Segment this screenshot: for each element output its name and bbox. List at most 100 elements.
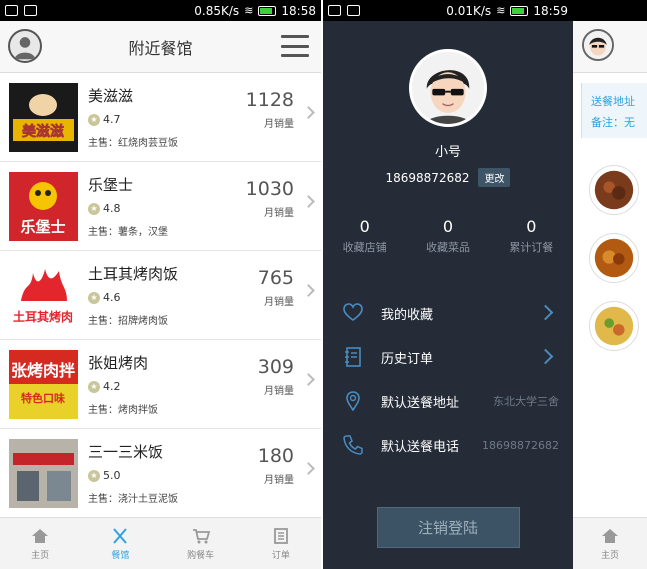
- stat-fav-shops[interactable]: 0 收藏店铺: [323, 217, 406, 255]
- restaurant-list-screen: 0.85K/s ≋ 18:58 附近餐馆 美滋滋 美滋滋 ★ 4.7 主售：红烧肉…: [0, 0, 321, 569]
- home-icon: [32, 528, 49, 543]
- restaurant-row[interactable]: 张烤肉拌 特色口味 张姐烤肉 ★ 4.2 主售：烤肉拌饭 309 月销量: [0, 340, 321, 429]
- tab-cart[interactable]: 购餐车: [161, 518, 241, 569]
- profile-drawer: 0.01K/s ≋ 18:59 小号 18698872682 更改 0 收藏店铺 …: [323, 0, 573, 569]
- star-icon: ★: [88, 469, 100, 482]
- cart-screen-partial: 送餐地址 备注：无 主页: [573, 0, 647, 569]
- main-dish: 主售：薯条，汉堡: [88, 227, 168, 238]
- restaurant-row[interactable]: 美滋滋 美滋滋 ★ 4.7 主售：红烧肉芸豆饭 1128 月销量: [0, 73, 321, 162]
- mail-icon: [347, 5, 360, 16]
- stat-total-orders[interactable]: 0 累计订餐: [490, 217, 573, 255]
- phone-number: 18698872682: [385, 170, 470, 185]
- nickname: 小号: [434, 145, 461, 160]
- star-icon: ★: [88, 291, 100, 304]
- star-icon: ★: [88, 113, 100, 126]
- sales-count: 1128: [245, 89, 294, 111]
- dish-image: [589, 301, 639, 351]
- notebook-icon: [343, 347, 363, 367]
- restaurant-logo: 美滋滋: [9, 83, 78, 152]
- battery-icon: [258, 5, 277, 16]
- sales-count: 309: [257, 356, 294, 378]
- profile-menu: 我的收藏 历史订单 默认送餐地址 东北大学三舍 默认送餐电话 186988726…: [323, 291, 573, 467]
- page-title: 附近餐馆: [128, 38, 193, 58]
- main-dish: 主售：浇汁土豆泥饭: [88, 494, 178, 505]
- mail-icon: [24, 5, 37, 16]
- menu-item-default-address[interactable]: 默认送餐地址 东北大学三舍: [323, 379, 573, 423]
- rating-value: 4.6: [103, 291, 121, 304]
- main-dish: 主售：红烧肉芸豆饭: [88, 138, 178, 149]
- restaurant-row[interactable]: 三一三米饭 ★ 5.0 主售：浇汁土豆泥饭 180 月销量: [0, 429, 321, 518]
- avatar[interactable]: [582, 29, 614, 61]
- logout-button[interactable]: 注销登陆: [376, 507, 520, 548]
- network-speed: 0.01K/s: [446, 3, 492, 18]
- note-label: 备注：无: [591, 116, 635, 129]
- rating-value: 4.7: [103, 113, 121, 126]
- restaurant-list: 美滋滋 美滋滋 ★ 4.7 主售：红烧肉芸豆饭 1128 月销量 乐堡士 乐堡士 ★…: [0, 73, 321, 518]
- dish-image: [589, 233, 639, 283]
- image-icon: [5, 5, 18, 16]
- avatar[interactable]: [409, 49, 487, 127]
- chevron-right-icon: [537, 348, 554, 365]
- cart-icon: [192, 528, 210, 543]
- svg-text:土耳其烤肉: 土耳其烤肉: [13, 309, 73, 324]
- rating-value: 5.0: [103, 469, 121, 482]
- chevron-right-icon: [537, 304, 554, 321]
- dish-image: [589, 165, 639, 215]
- svg-text:特色口味: 特色口味: [21, 391, 65, 405]
- star-icon: ★: [88, 380, 100, 393]
- home-icon: [602, 528, 618, 543]
- sales-label: 月销量: [264, 119, 294, 130]
- star-icon: ★: [88, 202, 100, 215]
- wifi-icon: ≋: [244, 4, 254, 17]
- default-phone-value: 18698872682: [482, 438, 559, 452]
- restaurant-logo: 土耳其烤肉: [9, 261, 78, 330]
- menu-icon[interactable]: [281, 35, 309, 57]
- stage: 0.85K/s ≋ 18:58 附近餐馆 美滋滋 美滋滋 ★ 4.7 主售：红烧肉…: [0, 0, 647, 569]
- sales-count: 1030: [245, 178, 294, 200]
- sales-label: 月销量: [264, 208, 294, 219]
- svg-text:张烤肉拌: 张烤肉拌: [11, 361, 75, 380]
- default-address-value: 东北大学三舍: [493, 395, 559, 408]
- clock: 18:59: [533, 3, 568, 18]
- restaurant-logo: [9, 439, 78, 508]
- restaurant-logo: 张烤肉拌 特色口味: [9, 350, 78, 419]
- sales-label: 月销量: [264, 475, 294, 486]
- status-bar: 0.85K/s ≋ 18:58: [0, 0, 321, 21]
- tab-home[interactable]: 主页: [0, 518, 80, 569]
- delivery-info: 送餐地址 备注：无: [581, 83, 647, 138]
- heart-icon: [343, 303, 363, 323]
- image-icon: [328, 5, 341, 16]
- stats-row: 0 收藏店铺 0 收藏菜品 0 累计订餐: [323, 217, 573, 255]
- network-speed: 0.85K/s: [194, 3, 240, 18]
- app-header: [573, 21, 647, 73]
- battery-icon: [510, 5, 529, 16]
- status-bar: [573, 0, 647, 21]
- rating-value: 4.8: [103, 202, 121, 215]
- change-button[interactable]: 更改: [478, 168, 511, 187]
- avatar-button[interactable]: [8, 29, 42, 63]
- menu-item-default-phone[interactable]: 默认送餐电话 18698872682: [323, 423, 573, 467]
- bottom-tab-bar: 主页 餐馆 购餐车 订单: [0, 517, 321, 569]
- menu-item-order-history[interactable]: 历史订单: [323, 335, 573, 379]
- menu-item-favorites[interactable]: 我的收藏: [323, 291, 573, 335]
- main-dish: 主售：招牌烤肉饭: [88, 316, 168, 327]
- tab-home[interactable]: 主页: [573, 517, 647, 569]
- tab-orders[interactable]: 订单: [241, 518, 321, 569]
- status-bar: 0.01K/s ≋ 18:59: [323, 0, 573, 21]
- stat-fav-dishes[interactable]: 0 收藏菜品: [406, 217, 489, 255]
- sales-count: 180: [257, 445, 294, 467]
- order-icon: [273, 527, 288, 544]
- profile-section: 小号 18698872682 更改 0 收藏店铺 0 收藏菜品 0 累计订餐: [323, 21, 573, 255]
- tab-restaurants[interactable]: 餐馆: [80, 518, 160, 569]
- utensils-icon: [113, 527, 128, 544]
- address-label: 送餐地址: [591, 95, 635, 108]
- restaurant-row[interactable]: 乐堡士 乐堡士 ★ 4.8 主售：薯条，汉堡 1030 月销量: [0, 162, 321, 251]
- sales-label: 月销量: [264, 386, 294, 397]
- main-dish: 主售：烤肉拌饭: [88, 405, 158, 416]
- app-header: 附近餐馆: [0, 21, 321, 73]
- svg-text:美滋滋: 美滋滋: [22, 123, 64, 140]
- location-pin-icon: [343, 391, 363, 412]
- restaurant-row[interactable]: 土耳其烤肉 土耳其烤肉饭 ★ 4.6 主售：招牌烤肉饭 765 月销量: [0, 251, 321, 340]
- phone-icon: [343, 435, 363, 455]
- restaurant-logo: 乐堡士: [9, 172, 78, 241]
